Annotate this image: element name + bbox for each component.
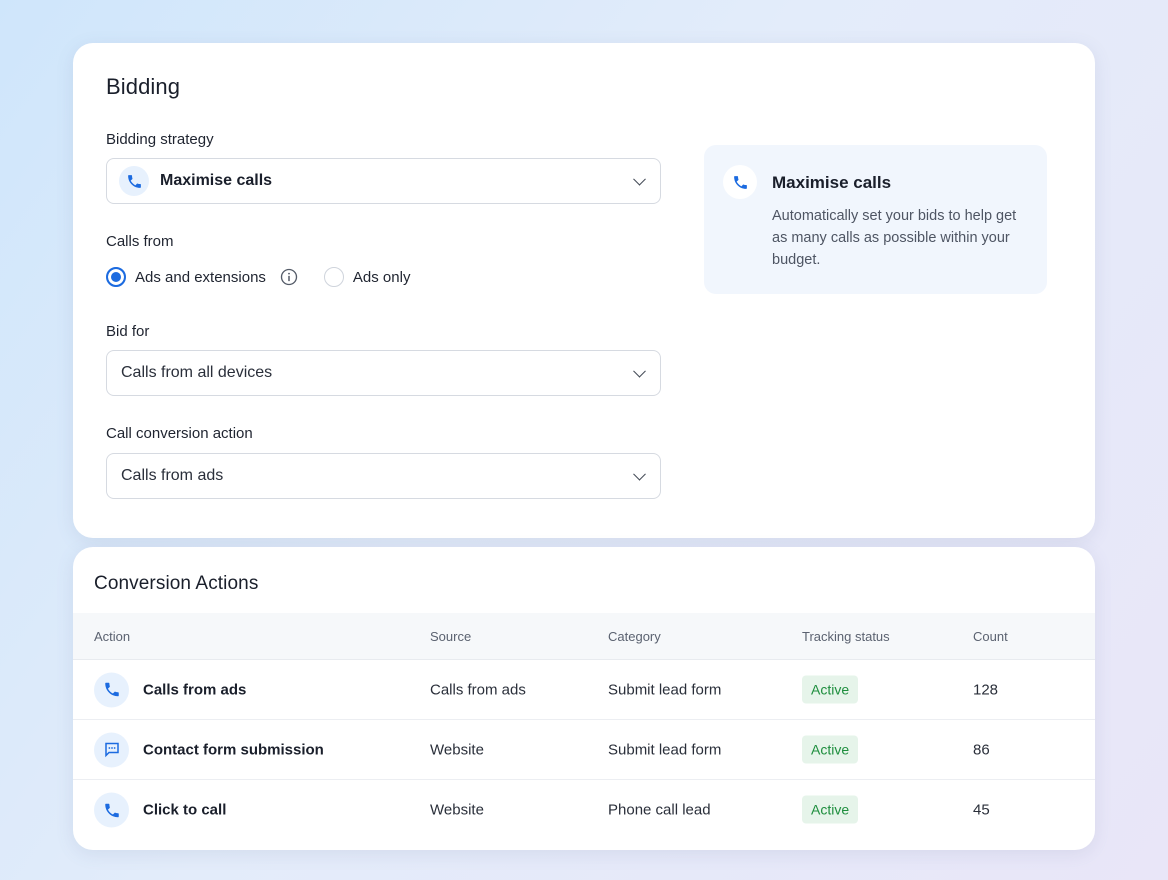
bidding-title: Bidding — [106, 74, 181, 99]
bidding-card: Bidding Bidding strategy Maximise calls … — [73, 43, 1095, 538]
conversion-actions-title: Conversion Actions — [94, 573, 259, 594]
info-panel-description: Automatically set your bids to help get … — [772, 208, 1017, 268]
calls-from-label: Calls from — [106, 233, 174, 250]
status-badge: Active — [802, 735, 859, 763]
source-cell: Website — [430, 741, 484, 758]
bidding-strategy-select[interactable]: Maximise calls — [106, 158, 661, 204]
radio-ads-and-extensions[interactable]: Ads and extensions — [106, 267, 266, 287]
category-cell: Submit lead form — [608, 741, 722, 758]
source-cell: Calls from ads — [430, 681, 526, 698]
call-conversion-action-label: Call conversion action — [106, 425, 253, 442]
chevron-down-icon — [633, 467, 646, 481]
conversion-actions-card: Conversion Actions Action Source Categor… — [73, 547, 1095, 850]
column-header-count: Count — [973, 629, 1008, 644]
chevron-down-icon — [633, 364, 646, 378]
calls-from-radio-group: Ads and extensions Ads only — [106, 267, 410, 287]
column-header-action: Action — [94, 629, 131, 644]
radio-selected-indicator — [106, 267, 126, 287]
call-conversion-action-select[interactable]: Calls from ads — [106, 453, 661, 499]
table-row[interactable]: Contact form submission Website Submit l… — [73, 720, 1095, 780]
chevron-down-icon — [633, 172, 646, 186]
strategy-info-panel: Maximise calls Automatically set your bi… — [704, 145, 1047, 294]
bidding-strategy-label: Bidding strategy — [106, 131, 214, 148]
bidding-strategy-value: Maximise calls — [160, 172, 273, 189]
phone-icon — [119, 166, 149, 196]
chat-icon — [94, 732, 129, 767]
status-badge: Active — [802, 675, 859, 703]
bid-for-select[interactable]: Calls from all devices — [106, 350, 661, 396]
table-row[interactable]: Calls from ads Calls from ads Submit lea… — [73, 660, 1095, 720]
status-badge: Active — [802, 795, 859, 824]
info-panel-title: Maximise calls — [772, 173, 892, 192]
column-header-tracking-status: Tracking status — [802, 629, 890, 644]
count-cell: 45 — [973, 801, 990, 819]
column-header-category: Category — [608, 629, 661, 644]
radio-label: Ads only — [352, 268, 411, 286]
count-cell: 86 — [973, 741, 990, 758]
action-cell: Calls from ads — [94, 672, 246, 707]
phone-icon — [94, 792, 129, 828]
info-icon[interactable] — [280, 268, 298, 286]
bid-for-value: Calls from all devices — [121, 364, 273, 381]
table-row[interactable]: Click to call Website Phone call lead Ac… — [73, 780, 1095, 840]
column-header-source: Source — [430, 629, 472, 644]
radio-ads-only[interactable]: Ads only — [323, 267, 411, 287]
action-name: Contact form submission — [143, 741, 324, 758]
action-cell: Click to call — [94, 792, 227, 828]
table-header: Action Source Category Tracking status C… — [73, 613, 1095, 660]
action-cell: Contact form submission — [94, 732, 324, 767]
count-cell: 128 — [973, 681, 999, 698]
source-cell: Website — [430, 801, 484, 819]
phone-icon — [94, 672, 129, 707]
category-cell: Submit lead form — [608, 681, 722, 698]
radio-label: Ads and extensions — [135, 268, 266, 286]
call-conversion-action-value: Calls from ads — [121, 467, 224, 484]
action-name: Calls from ads — [143, 681, 247, 698]
action-name: Click to call — [143, 801, 227, 819]
category-cell: Phone call lead — [608, 801, 711, 819]
radio-unselected-indicator — [323, 267, 344, 287]
bid-for-label: Bid for — [106, 323, 150, 340]
phone-icon — [723, 165, 757, 199]
